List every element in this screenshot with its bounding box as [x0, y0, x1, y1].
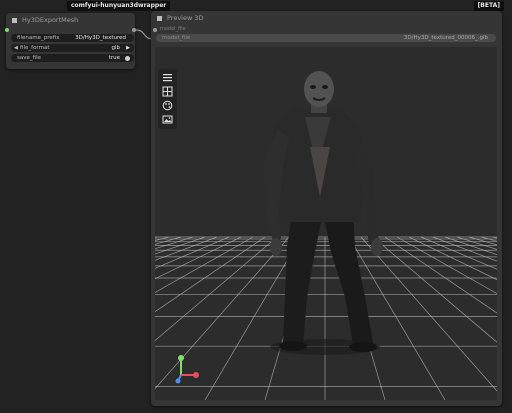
menu-icon[interactable] — [162, 72, 173, 83]
save-file-widget[interactable]: save_file true — [11, 54, 134, 62]
model-file-field[interactable]: model_file 3D/Hy3D_textured_00006_.glb — [156, 34, 496, 42]
palette-icon[interactable] — [162, 100, 173, 111]
zombie-model[interactable] — [155, 47, 497, 400]
save-file-value: true — [108, 55, 120, 61]
export-mesh-node-title: Hy3DExportMesh — [22, 16, 79, 24]
output-slot-dot[interactable] — [132, 28, 136, 32]
toggle-knob-icon[interactable] — [125, 55, 130, 61]
image-icon[interactable] — [162, 114, 173, 125]
grid-icon[interactable] — [162, 86, 173, 97]
file-format-widget[interactable]: ◀ file_format glb ▶ — [11, 44, 134, 52]
viewport-toolbar — [158, 69, 177, 129]
model-file-input-label: model_file — [160, 26, 186, 32]
input-slot-dot[interactable] — [5, 28, 9, 32]
collapse-dot-icon[interactable] — [12, 18, 17, 23]
arrow-right-icon[interactable]: ▶ — [126, 44, 130, 52]
file-format-value: glb — [111, 45, 120, 51]
model-file-field-value: 3D/Hy3D_textured_00006_.glb — [403, 35, 488, 41]
preview-3d-node-header[interactable]: Preview 3D — [151, 11, 502, 25]
model-file-input-slot[interactable] — [153, 28, 157, 32]
filename-prefix-widget[interactable]: filename_prefix 3D/Hy3D_textured — [11, 34, 134, 42]
model-file-field-label: model_file — [162, 35, 191, 41]
filename-prefix-value: 3D/Hy3D_textured — [75, 35, 126, 41]
collapse-dot-icon[interactable] — [157, 16, 162, 21]
file-format-label: file_format — [20, 45, 50, 51]
save-file-label: save_file — [17, 55, 42, 61]
3d-viewport[interactable] — [155, 47, 497, 400]
preview-3d-node-title: Preview 3D — [167, 14, 204, 22]
axis-gizmo — [175, 355, 199, 384]
export-mesh-node-header[interactable]: Hy3DExportMesh — [6, 13, 135, 27]
filename-prefix-label: filename_prefix — [17, 35, 60, 41]
export-mesh-node[interactable]: Hy3DExportMesh filename_prefix 3D/Hy3D_t… — [5, 13, 136, 69]
arrow-left-icon[interactable]: ◀ — [14, 44, 18, 52]
